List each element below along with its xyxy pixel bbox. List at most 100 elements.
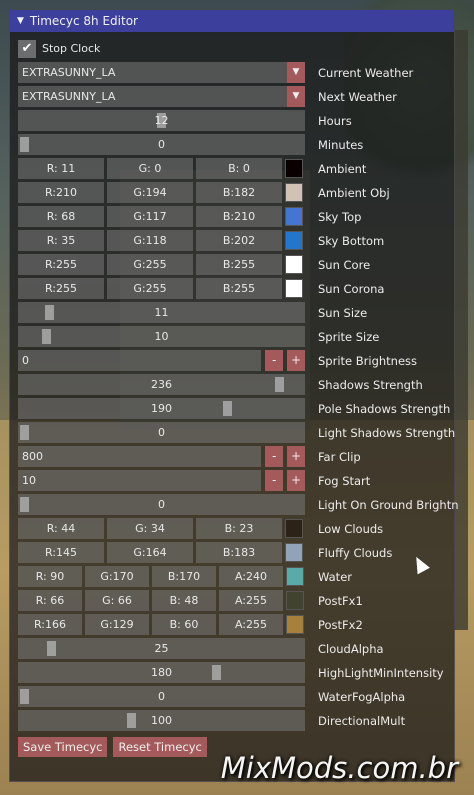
slider-grab-handle[interactable] [211, 665, 221, 680]
sky-top-color-swatch[interactable] [285, 207, 303, 226]
sky-top-g-field[interactable]: G:117 [107, 206, 193, 227]
fog-start-plus-button[interactable]: + [287, 470, 306, 491]
sun-core-color-swatch[interactable] [285, 255, 303, 274]
sun-corona-b-field[interactable]: B:255 [196, 278, 282, 299]
low-clouds-r-field[interactable]: R: 44 [18, 518, 104, 539]
sun-size-row: 11 Sun Size [18, 302, 367, 323]
minutes-row: 0 Minutes [18, 134, 363, 155]
ambient-r-field[interactable]: R: 11 [18, 158, 104, 179]
directional-mult-slider[interactable]: 100 [18, 710, 305, 731]
sprite-brightness-plus-button[interactable]: + [287, 350, 306, 371]
water-g-field[interactable]: G:170 [85, 566, 149, 587]
cloud-alpha-slider[interactable]: 25 [18, 638, 305, 659]
slider-grab-handle[interactable] [41, 329, 51, 344]
reset-timecyc-button[interactable]: Reset Timecyc [113, 736, 207, 757]
slider-grab-handle[interactable] [222, 401, 232, 416]
sun-core-g-field[interactable]: G:255 [107, 254, 193, 275]
fluffy-clouds-b-field[interactable]: B:183 [196, 542, 282, 563]
slider-grab-handle[interactable] [126, 713, 136, 728]
water-b-field[interactable]: B:170 [152, 566, 216, 587]
window-titlebar[interactable]: ▼ Timecyc 8h Editor [10, 10, 454, 32]
sky-top-label: Sky Top [318, 209, 362, 224]
collapse-triangle-icon[interactable]: ▼ [17, 16, 24, 26]
ambient-b-field[interactable]: B: 0 [196, 158, 282, 179]
light-on-ground-slider[interactable]: 0 [18, 494, 305, 515]
far-clip-plus-button[interactable]: + [287, 446, 306, 467]
fluffy-clouds-color-swatch[interactable] [285, 543, 303, 562]
sprite-brightness-minus-button[interactable]: - [265, 350, 284, 371]
sky-bottom-b-field[interactable]: B:202 [196, 230, 282, 251]
shadows-strength-label: Shadows Strength [318, 377, 423, 392]
dropdown-arrow-icon[interactable]: ▼ [287, 86, 305, 107]
slider-grab-handle[interactable] [274, 377, 284, 392]
postfx2-color-swatch[interactable] [286, 615, 304, 634]
ambient-g-field[interactable]: G: 0 [107, 158, 193, 179]
next-weather-value: EXTRASUNNY_LA [18, 86, 287, 107]
sky-top-row: R: 68 G:117 B:210 Sky Top [18, 206, 361, 227]
postfx2-a-field[interactable]: A:255 [219, 614, 283, 635]
low-clouds-g-field[interactable]: G: 34 [107, 518, 193, 539]
ambient-obj-color-swatch[interactable] [285, 183, 303, 202]
fog-start-input[interactable]: 10 [18, 470, 262, 491]
sprite-brightness-input[interactable]: 0 [18, 350, 262, 371]
postfx1-color-swatch[interactable] [286, 591, 304, 610]
slider-grab-handle[interactable] [20, 425, 29, 440]
fog-start-minus-button[interactable]: - [265, 470, 284, 491]
pole-shadows-slider[interactable]: 190 [18, 398, 305, 419]
sky-top-r-field[interactable]: R: 68 [18, 206, 104, 227]
sky-top-b-field[interactable]: B:210 [196, 206, 282, 227]
cloud-alpha-row: 25 CloudAlpha [18, 638, 384, 659]
sun-size-slider[interactable]: 11 [18, 302, 305, 323]
postfx1-a-field[interactable]: A:255 [219, 590, 283, 611]
sprite-size-value: 10 [154, 330, 169, 343]
postfx2-r-field[interactable]: R:166 [18, 614, 82, 635]
slider-grab-handle[interactable] [20, 137, 29, 152]
slider-grab-handle[interactable] [47, 641, 57, 656]
water-color-swatch[interactable] [286, 567, 304, 586]
cloud-alpha-value: 25 [154, 642, 169, 655]
shadows-strength-slider[interactable]: 236 [18, 374, 305, 395]
postfx1-r-field[interactable]: R: 66 [18, 590, 82, 611]
ambient-obj-r-field[interactable]: R:210 [18, 182, 104, 203]
save-timecyc-button[interactable]: Save Timecyc [18, 736, 108, 757]
sun-core-b-field[interactable]: B:255 [196, 254, 282, 275]
water-r-field[interactable]: R: 90 [18, 566, 82, 587]
low-clouds-color-swatch[interactable] [285, 519, 303, 538]
postfx2-b-field[interactable]: B: 60 [152, 614, 216, 635]
far-clip-minus-button[interactable]: - [265, 446, 284, 467]
sun-corona-g-field[interactable]: G:255 [107, 278, 193, 299]
postfx1-b-field[interactable]: B: 48 [152, 590, 216, 611]
postfx1-g-field[interactable]: G: 66 [85, 590, 149, 611]
sun-corona-r-field[interactable]: R:255 [18, 278, 104, 299]
sky-bottom-g-field[interactable]: G:118 [107, 230, 193, 251]
minutes-slider[interactable]: 0 [18, 134, 305, 155]
hours-slider[interactable]: 12 [18, 110, 305, 131]
slider-grab-handle[interactable] [44, 305, 54, 320]
waterfog-alpha-slider[interactable]: 0 [18, 686, 305, 707]
fluffy-clouds-g-field[interactable]: G:164 [107, 542, 193, 563]
low-clouds-b-field[interactable]: B: 23 [196, 518, 282, 539]
ambient-obj-b-field[interactable]: B:182 [196, 182, 282, 203]
fluffy-clouds-row: R:145 G:164 B:183 Fluffy Clouds [18, 542, 392, 563]
sun-corona-color-swatch[interactable] [285, 279, 303, 298]
water-a-field[interactable]: A:240 [219, 566, 283, 587]
sky-bottom-r-field[interactable]: R: 35 [18, 230, 104, 251]
stop-clock-checkbox[interactable]: ✔ [18, 39, 36, 58]
highlight-min-slider[interactable]: 180 [18, 662, 305, 683]
slider-grab-handle[interactable] [20, 689, 29, 704]
slider-grab-handle[interactable] [20, 497, 29, 512]
light-shadows-value: 0 [158, 426, 165, 439]
current-weather-combo[interactable]: EXTRASUNNY_LA ▼ [18, 62, 305, 83]
sun-core-r-field[interactable]: R:255 [18, 254, 104, 275]
next-weather-combo[interactable]: EXTRASUNNY_LA ▼ [18, 86, 305, 107]
ambient-row: R: 11 G: 0 B: 0 Ambient [18, 158, 366, 179]
postfx2-g-field[interactable]: G:129 [85, 614, 149, 635]
dropdown-arrow-icon[interactable]: ▼ [287, 62, 305, 83]
sprite-size-slider[interactable]: 10 [18, 326, 305, 347]
far-clip-input[interactable]: 800 [18, 446, 262, 467]
sky-bottom-color-swatch[interactable] [285, 231, 303, 250]
light-shadows-slider[interactable]: 0 [18, 422, 305, 443]
fluffy-clouds-r-field[interactable]: R:145 [18, 542, 104, 563]
ambient-obj-g-field[interactable]: G:194 [107, 182, 193, 203]
ambient-color-swatch[interactable] [285, 159, 303, 178]
